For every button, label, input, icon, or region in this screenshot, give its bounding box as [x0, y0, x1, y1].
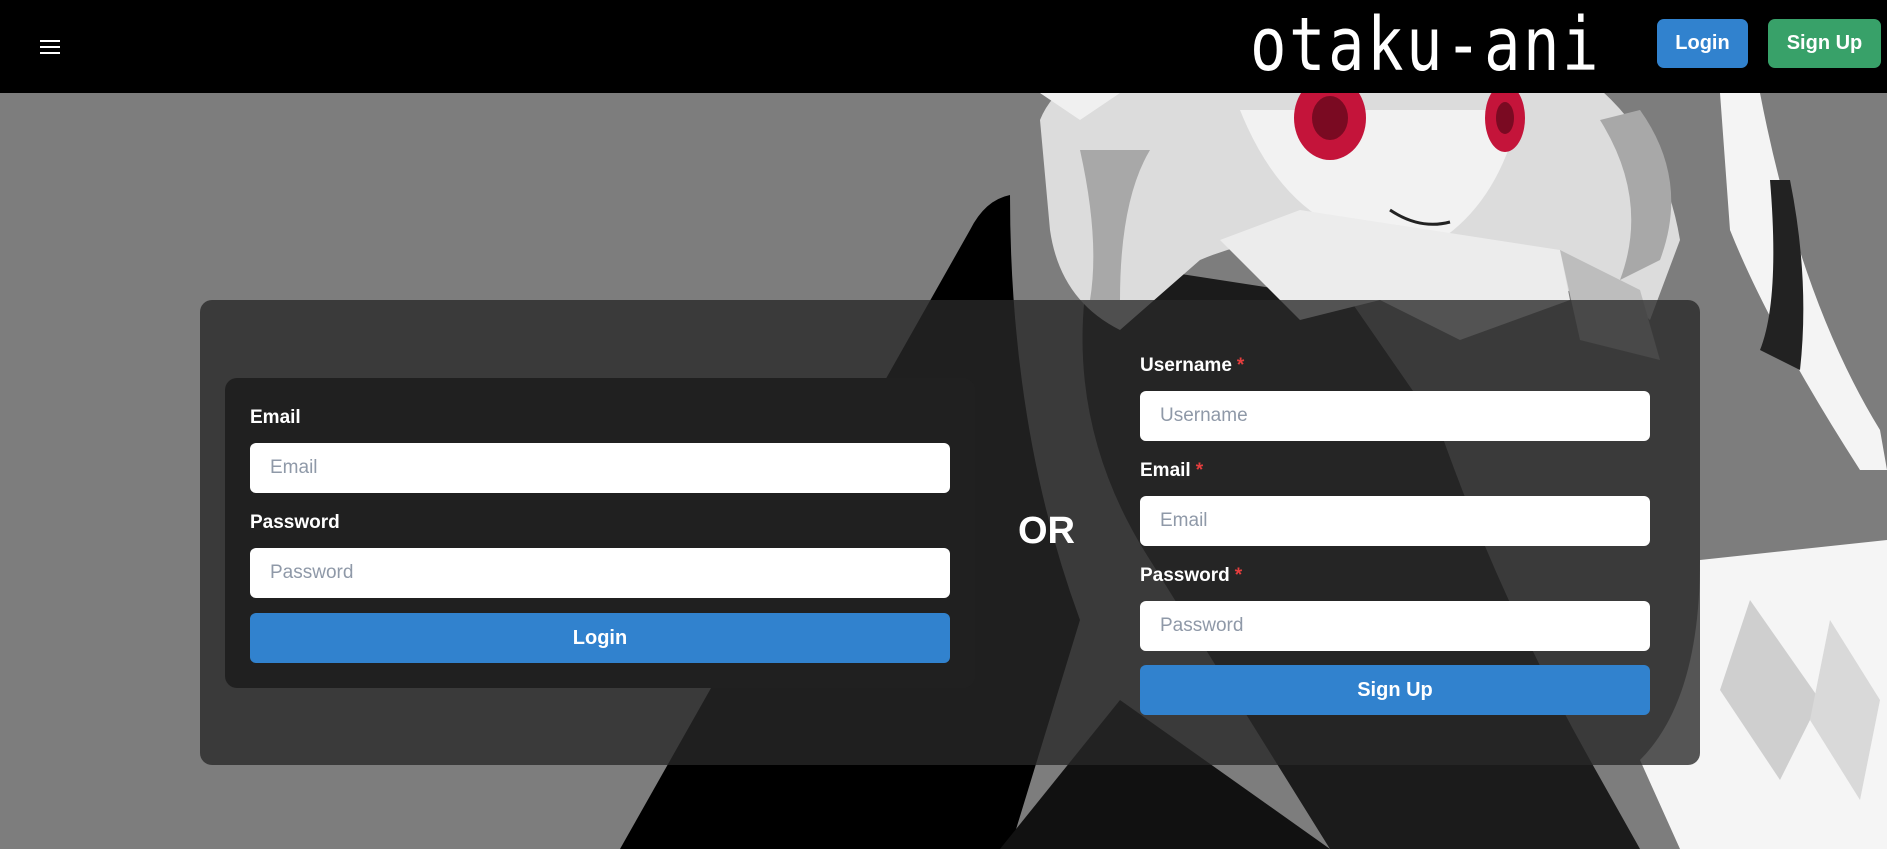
signup-submit-button[interactable]: Sign Up: [1140, 665, 1650, 715]
brand-logo[interactable]: otaku-ani: [1250, 2, 1601, 88]
required-asterisk: *: [1195, 460, 1204, 481]
required-asterisk: *: [1236, 355, 1245, 376]
nav-signup-button[interactable]: Sign Up: [1768, 19, 1881, 68]
signup-email-label-text: Email: [1140, 460, 1191, 481]
nav-login-button[interactable]: Login: [1657, 19, 1748, 68]
login-submit-button[interactable]: Login: [250, 613, 950, 663]
signup-password-input[interactable]: [1140, 601, 1650, 651]
or-divider: OR: [1018, 510, 1075, 552]
required-asterisk: *: [1234, 565, 1243, 586]
login-email-label: Email: [250, 407, 301, 428]
signup-email-input[interactable]: [1140, 496, 1650, 546]
login-password-label: Password: [250, 512, 340, 533]
login-password-input[interactable]: [250, 548, 950, 598]
signup-username-input[interactable]: [1140, 391, 1650, 441]
signup-username-label: Username *: [1140, 355, 1244, 377]
signup-email-label: Email *: [1140, 460, 1203, 482]
login-email-input[interactable]: [250, 443, 950, 493]
signup-username-label-text: Username: [1140, 355, 1232, 376]
signup-password-label-text: Password: [1140, 565, 1230, 586]
top-navbar: otaku-ani Login Sign Up: [0, 0, 1887, 93]
signup-password-label: Password *: [1140, 565, 1242, 587]
hamburger-menu-icon[interactable]: [30, 30, 70, 64]
